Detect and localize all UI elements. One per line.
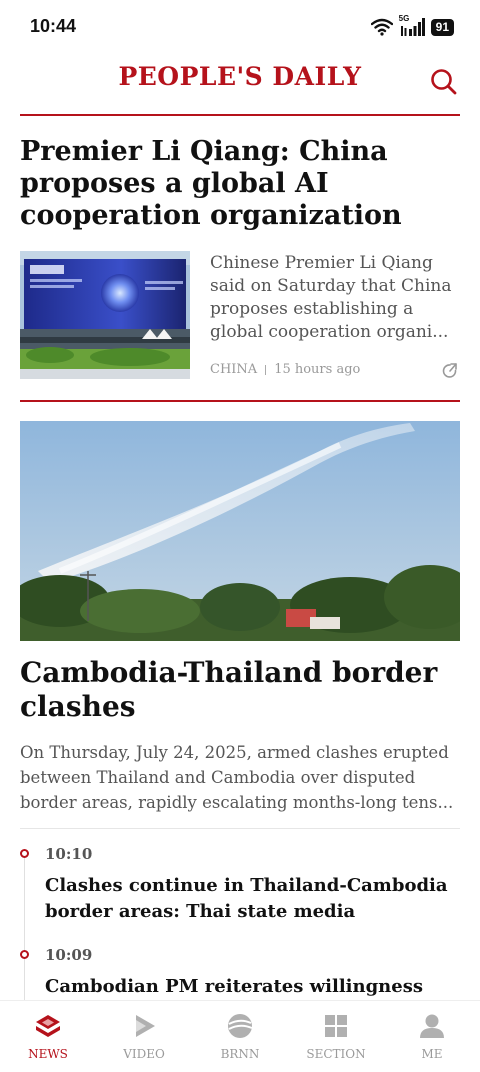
search-icon <box>431 69 457 95</box>
share-button[interactable] <box>441 362 459 380</box>
article-2-headline[interactable]: Cambodia-Thailand border clashes <box>20 656 460 724</box>
tab-me[interactable]: ME <box>384 1001 480 1072</box>
tab-brnn[interactable]: BRNN <box>192 1001 288 1072</box>
cellular-signal-icon: 5G <box>399 14 425 37</box>
status-time: 10:44 <box>30 16 77 36</box>
app-header: PEOPLE'S DAILY <box>0 56 480 116</box>
timeline-divider <box>20 828 460 829</box>
meta-separator <box>265 364 267 375</box>
timeline-dot <box>20 849 29 858</box>
article-1-thumbnail[interactable] <box>20 251 190 379</box>
status-bar: 10:44 5G 91 <box>0 0 480 56</box>
tab-news[interactable]: NEWS <box>0 1001 96 1072</box>
app-logo: PEOPLE'S DAILY <box>118 62 362 91</box>
timeline-time: 10:10 <box>45 845 93 863</box>
wifi-icon <box>370 18 393 36</box>
header-divider <box>20 114 460 116</box>
timeline-time: 10:09 <box>45 946 93 964</box>
search-button[interactable] <box>428 66 460 98</box>
tab-video-label: VIDEO <box>123 1047 165 1061</box>
tab-section[interactable]: SECTION <box>288 1001 384 1072</box>
tab-me-label: ME <box>421 1047 443 1061</box>
article-2-summary[interactable]: On Thursday, July 24, 2025, armed clashe… <box>20 740 460 815</box>
battery-indicator: 91 <box>430 18 454 36</box>
section-icon <box>325 1015 347 1037</box>
status-icons: 5G 91 <box>370 14 454 37</box>
timeline-item-title[interactable]: Clashes continue in Thailand-Cambodia bo… <box>45 873 455 925</box>
article-1-meta: CHINA 15 hours ago <box>210 362 360 377</box>
tab-brnn-label: BRNN <box>220 1047 260 1061</box>
video-icon <box>136 1015 155 1037</box>
article-1-summary[interactable]: Chinese Premier Li Qiang said on Saturda… <box>210 252 460 344</box>
timeline-dot <box>20 950 29 959</box>
share-icon <box>442 363 457 378</box>
article-2-hero-image[interactable] <box>20 421 460 641</box>
tab-video[interactable]: VIDEO <box>96 1001 192 1072</box>
tab-section-label: SECTION <box>306 1047 366 1061</box>
me-icon <box>420 1014 444 1038</box>
timeline-line <box>24 854 25 1004</box>
bottom-tab-bar: NEWS VIDEO BRNN SECTION ME <box>0 1000 480 1072</box>
tab-news-label: NEWS <box>28 1047 68 1061</box>
article-1-category[interactable]: CHINA <box>210 362 257 377</box>
article-1-time: 15 hours ago <box>274 362 361 377</box>
news-icon <box>36 1015 60 1037</box>
section-divider <box>20 400 460 402</box>
brnn-icon <box>228 1014 253 1038</box>
article-1-headline[interactable]: Premier Li Qiang: China proposes a globa… <box>20 136 460 232</box>
